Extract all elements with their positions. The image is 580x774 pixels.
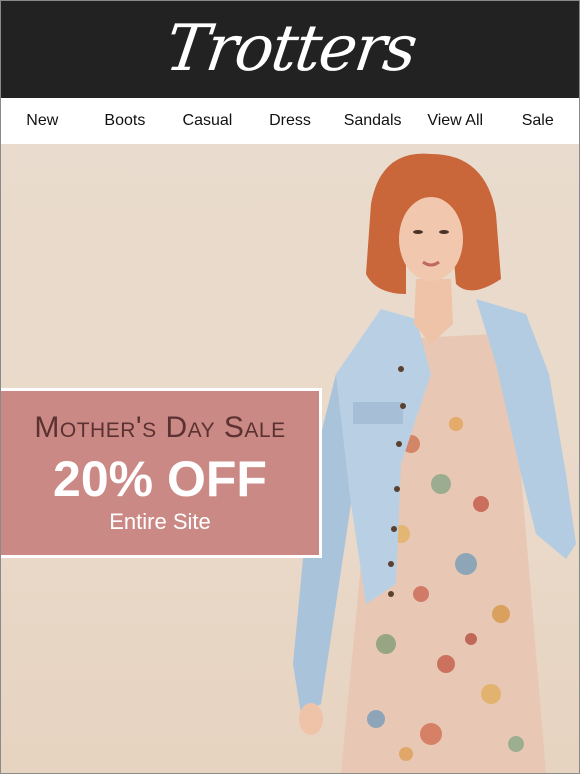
hero-banner[interactable]: Mother's Day Sale 20% OFF Entire Site [1,144,579,773]
promo-title: Mother's Day Sale [34,411,286,444]
model-photo [293,153,576,773]
nav-item-new[interactable]: New [1,112,84,130]
nav-item-view-all[interactable]: View All [414,112,497,130]
category-nav: New Boots Casual Dress Sandals View All … [1,98,579,144]
header: Trotters [1,1,579,98]
email-frame: Trotters New Boots Casual Dress Sandals … [0,0,580,774]
promo-subtitle: Entire Site [109,509,211,534]
brand-logo[interactable]: Trotters [1,7,579,97]
nav-item-dress[interactable]: Dress [249,112,332,130]
nav-item-boots[interactable]: Boots [84,112,167,130]
nav-item-sale[interactable]: Sale [496,112,579,130]
promo-discount: 20% OFF [53,451,267,507]
nav-item-casual[interactable]: Casual [166,112,249,130]
promo-banner[interactable]: Mother's Day Sale 20% OFF Entire Site [1,388,322,558]
nav-item-sandals[interactable]: Sandals [331,112,414,130]
